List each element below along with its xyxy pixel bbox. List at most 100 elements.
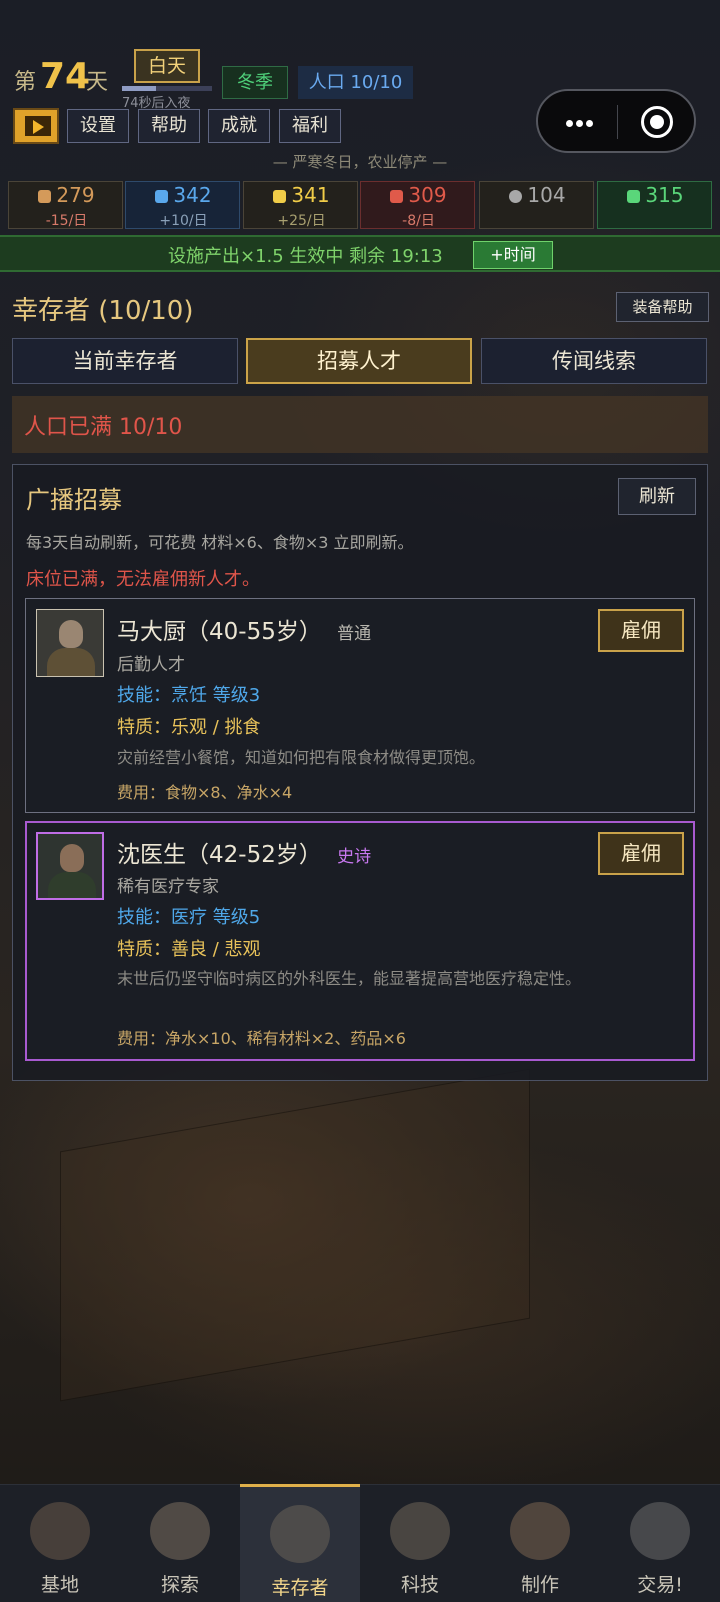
resource-value: 342	[126, 183, 241, 207]
resource-2: 341 +25/日	[243, 181, 358, 229]
candidate-name: 马大厨（40-55岁） 普通	[117, 612, 371, 646]
nav-label: 交易!	[637, 1574, 683, 1596]
achievements-button[interactable]: 成就	[208, 109, 270, 143]
fuel-icon	[390, 190, 404, 203]
tab-recruit[interactable]: 招募人才	[246, 338, 472, 384]
settings-button[interactable]: 设置	[67, 109, 129, 143]
resource-rate: +25/日	[277, 213, 326, 229]
candidate-cost: 费用：食物×8、净水×4	[117, 783, 293, 802]
daytime-badge: 白天	[134, 49, 200, 83]
population-full-text: 人口已满 10/10	[24, 415, 183, 440]
resource-amount: 104	[527, 183, 566, 207]
day-number: 74	[40, 56, 91, 97]
weather-notice: — 严寒冬日，农业停产 —	[272, 153, 448, 171]
nav-item-3[interactable]: 科技	[360, 1484, 480, 1602]
portrait-body	[48, 872, 96, 898]
close-target-core-icon	[650, 115, 664, 129]
nav-label: 幸存者	[271, 1577, 329, 1599]
resource-amount: 279	[56, 183, 95, 207]
candidate-cost: 费用：净水×10、稀有材料×2、药品×6	[117, 1029, 406, 1048]
more-dot-icon[interactable]	[566, 120, 573, 127]
add-time-button[interactable]: +时间	[473, 241, 553, 269]
resource-rate: -15/日	[45, 213, 88, 229]
day-prefix: 第	[14, 70, 37, 95]
candidate-role: 后勤人才	[117, 655, 185, 675]
nav-item-0[interactable]: 基地	[0, 1484, 120, 1602]
nav-label: 基地	[40, 1574, 79, 1596]
hire-button[interactable]: 雇佣	[598, 609, 684, 652]
candidate-skill: 技能：烹饪 等级3	[117, 685, 261, 706]
resource-4: 104	[479, 181, 594, 229]
equip-help-button[interactable]: 装备帮助	[616, 292, 709, 322]
resource-amount: 309	[408, 183, 447, 207]
refresh-button[interactable]: 刷新	[618, 478, 696, 515]
more-dot-icon[interactable]	[576, 120, 583, 127]
capsule-divider	[617, 105, 618, 139]
water-icon	[155, 190, 169, 203]
night-progress-fill	[122, 86, 157, 91]
resource-rate: +10/日	[159, 213, 208, 229]
tech-icon	[390, 1502, 450, 1560]
ad-play-button[interactable]	[13, 108, 59, 144]
candidate-rarity: 史诗	[337, 847, 372, 867]
candidate-portrait	[36, 832, 104, 900]
nav-item-4[interactable]: 制作	[480, 1484, 600, 1602]
population-badge: 人口 10/10	[298, 66, 413, 99]
nav-label: 科技	[400, 1574, 439, 1596]
resource-amount: 315	[645, 183, 684, 207]
welfare-button[interactable]: 福利	[279, 109, 341, 143]
resource-value: 341	[244, 183, 359, 207]
recruit-title: 广播招募	[26, 486, 122, 514]
help-button[interactable]: 帮助	[138, 109, 200, 143]
nav-item-2[interactable]: 幸存者	[240, 1484, 360, 1602]
recruit-description: 每3天自动刷新，可花费 材料×6、食物×3 立即刷新。	[26, 533, 414, 552]
candidate-name-text: 沈医生（42-52岁）	[117, 842, 322, 868]
food-icon	[38, 190, 52, 203]
survivors-icon	[270, 1505, 330, 1563]
candidate-name: 沈医生（42-52岁） 史诗	[117, 835, 371, 869]
craft-icon	[510, 1502, 570, 1560]
play-triangle-icon	[33, 120, 44, 134]
medicine-icon	[627, 190, 641, 203]
boost-status: 设施产出×1.5 生效中 剩余 19:13	[168, 246, 443, 267]
candidate-name-text: 马大厨（40-55岁）	[117, 619, 322, 645]
candidate-role: 稀有医疗专家	[117, 877, 219, 897]
resource-1: 342 +10/日	[125, 181, 240, 229]
resource-0: 279 -15/日	[8, 181, 123, 229]
tab-rumors[interactable]: 传闻线索	[481, 338, 707, 384]
resource-amount: 342	[173, 183, 212, 207]
resource-3: 309 -8/日	[360, 181, 475, 229]
portrait-head	[59, 620, 83, 648]
nav-label: 探索	[160, 1574, 199, 1596]
candidate-traits: 特质：善良 / 悲观	[117, 939, 261, 960]
candidate-skill: 技能：医疗 等级5	[117, 907, 261, 928]
portrait-body	[47, 648, 95, 676]
resource-value: 309	[361, 183, 476, 207]
candidate-description: 末世后仍坚守临时病区的外科医生，能显著提高营地医疗稳定性。	[117, 969, 582, 988]
miniprogram-capsule	[536, 89, 696, 153]
compass-icon	[150, 1502, 210, 1560]
nav-item-5[interactable]: 交易!	[600, 1484, 720, 1602]
hire-button[interactable]: 雇佣	[598, 832, 684, 875]
candidate-rarity: 普通	[337, 624, 372, 644]
resource-5: 315	[597, 181, 712, 229]
survivors-title: 幸存者 (10/10)	[12, 296, 194, 326]
bed-full-warning: 床位已满，无法雇佣新人才。	[26, 569, 260, 590]
day-suffix: 天	[86, 70, 109, 95]
resource-rate: -8/日	[402, 213, 435, 229]
season-badge: 冬季	[222, 66, 288, 99]
candidate-traits: 特质：乐观 / 挑食	[117, 717, 261, 738]
nav-label: 制作	[520, 1574, 559, 1596]
base-icon	[30, 1502, 90, 1560]
more-dot-icon[interactable]	[586, 120, 593, 127]
resource-value: 315	[598, 183, 713, 207]
resource-amount: 341	[291, 183, 330, 207]
candidate-portrait	[36, 609, 104, 677]
nav-item-1[interactable]: 探索	[120, 1484, 240, 1602]
energy-icon	[273, 190, 287, 203]
trade-icon	[630, 1502, 690, 1560]
candidate-description: 灾前经营小餐馆，知道如何把有限食材做得更顶饱。	[117, 748, 486, 767]
resource-value: 279	[9, 183, 124, 207]
tab-current-survivors[interactable]: 当前幸存者	[12, 338, 238, 384]
portrait-head	[60, 844, 84, 872]
